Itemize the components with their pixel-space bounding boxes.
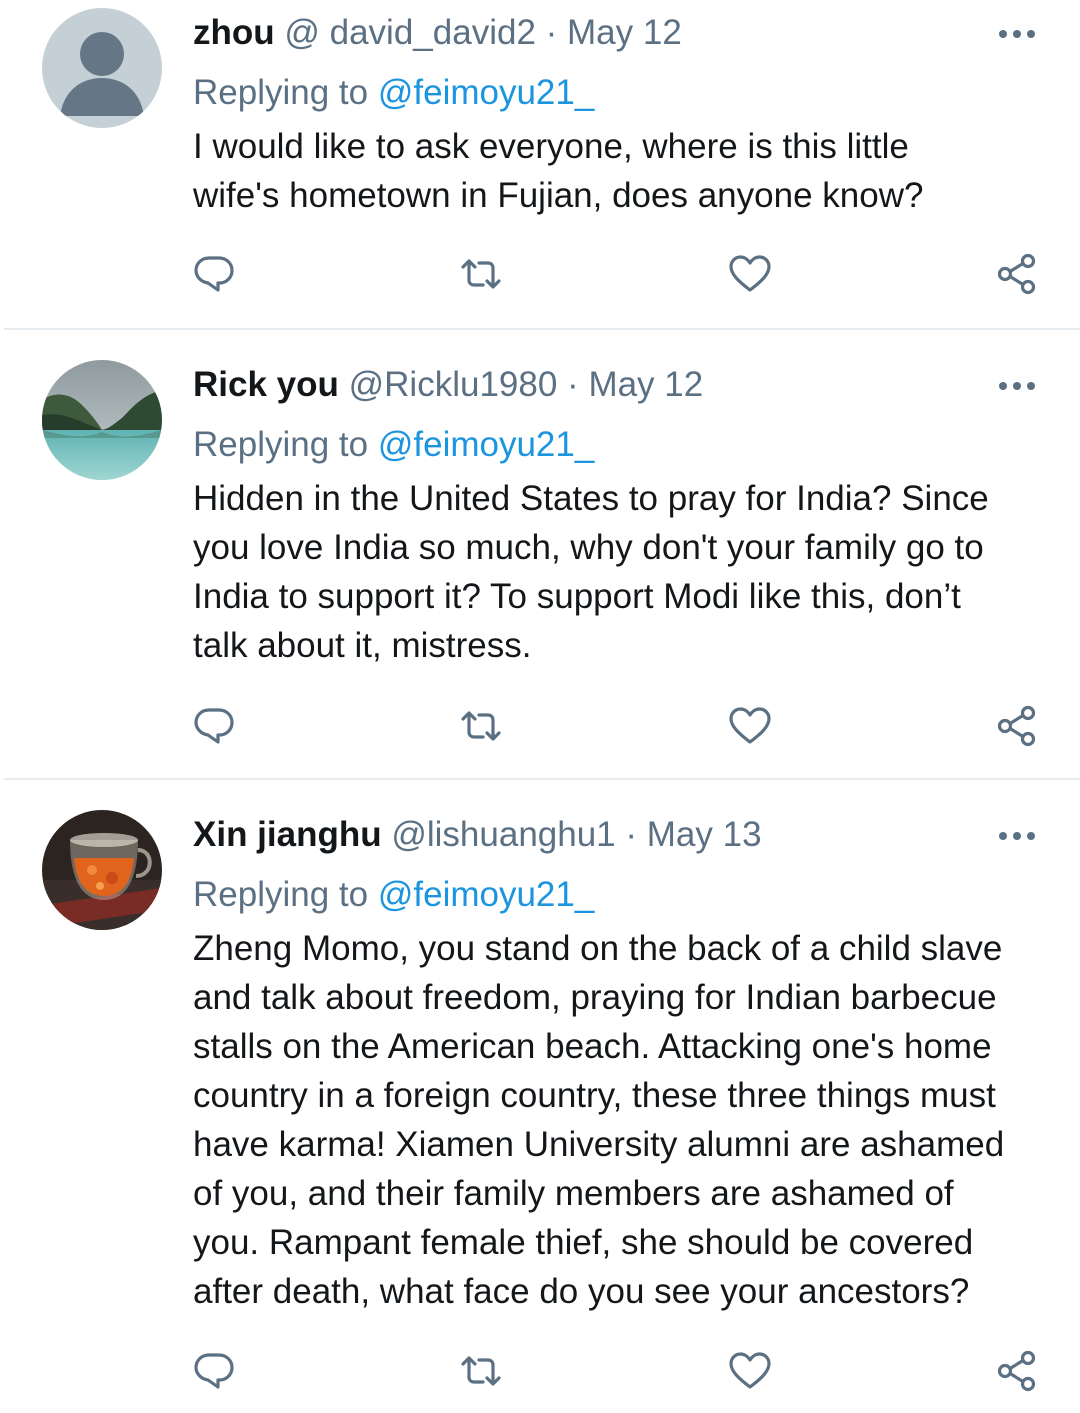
tweet[interactable]: Rick you @Ricklu1980 · May 12 Replying t… [0,330,1080,780]
mention-link[interactable]: @feimoyu21_ [378,73,594,112]
replying-to-label: Replying to [193,875,369,914]
tweet-date[interactable]: May 12 [588,365,703,404]
tweet-text-line: and talk about freedom, praying for Indi… [193,978,997,1017]
like-icon[interactable] [728,1349,772,1393]
tweet-text-line: country in a foreign country, these thre… [193,1076,996,1115]
reply-icon[interactable] [192,1347,236,1391]
user-handle[interactable]: @Ricklu1980 [349,365,558,404]
like-icon[interactable] [728,252,772,296]
replying-to: Replying to @feimoyu21_ [193,870,594,920]
tweet-text-line: Hidden in the United States to pray for … [193,479,989,518]
avatar-default-icon[interactable] [42,8,162,128]
replying-to-label: Replying to [193,425,369,464]
tweet-text-line: you. Rampant female thief, she should be… [193,1223,974,1262]
avatar-tea-cup-icon[interactable] [42,810,162,930]
retweet-icon[interactable] [459,1349,503,1393]
replying-to-label: Replying to [193,73,369,112]
user-name[interactable]: Xin jianghu [193,815,382,854]
mention-link[interactable]: @feimoyu21_ [378,425,594,464]
reply-icon[interactable] [192,702,236,746]
tweet-text-line: talk about it, mistress. [193,626,532,665]
share-icon[interactable] [995,252,1039,296]
more-options-icon[interactable] [995,376,1039,396]
tweet-date[interactable]: May 13 [647,815,762,854]
tweet-date[interactable]: May 12 [567,13,682,52]
tweet-text-line: stalls on the American beach. Attacking … [193,1027,992,1066]
dot-separator: · [567,365,579,404]
tweet-text-line: Zheng Momo, you stand on the back of a c… [193,929,1003,968]
tweet-header: zhou @ david_david2 · May 12 [193,8,682,58]
reply-icon[interactable] [192,250,236,294]
tweet-header: Rick you @Ricklu1980 · May 12 [193,360,703,410]
tweet-header: Xin jianghu @lishuanghu1 · May 13 [193,810,762,860]
mention-link[interactable]: @feimoyu21_ [378,875,594,914]
tweet-text: Hidden in the United States to pray for … [193,474,1053,670]
share-icon[interactable] [995,1349,1039,1393]
tweet-text: I would like to ask everyone, where is t… [193,122,1053,220]
replying-to: Replying to @feimoyu21_ [193,420,594,470]
tweet-text-line: wife's hometown in Fujian, does anyone k… [193,176,924,215]
tweet[interactable]: Xin jianghu @lishuanghu1 · May 13 Replyi… [0,780,1080,1413]
tweet-text-line: after death, what face do you see your a… [193,1272,970,1311]
share-icon[interactable] [995,704,1039,748]
tweet-text-line: I would like to ask everyone, where is t… [193,127,909,166]
user-name[interactable]: zhou [193,13,275,52]
tweet-text-line: of you, and their family members are ash… [193,1174,954,1213]
tweet-text-line: India to support it? To support Modi lik… [193,577,961,616]
more-options-icon[interactable] [995,826,1039,846]
avatar-lake-mountain-icon[interactable] [42,360,162,480]
tweet[interactable]: zhou @ david_david2 · May 12 Replying to… [0,0,1080,330]
tweet-text-line: you love India so much, why don't your f… [193,528,984,567]
dot-separator: · [545,13,558,52]
dot-separator: · [625,815,638,854]
retweet-icon[interactable] [459,704,503,748]
retweet-icon[interactable] [459,252,503,296]
user-name[interactable]: Rick you [193,365,339,404]
replying-to: Replying to @feimoyu21_ [193,68,594,118]
user-handle[interactable]: @ david_david2 [284,13,536,52]
tweet-text: Zheng Momo, you stand on the back of a c… [193,924,1053,1316]
like-icon[interactable] [728,704,772,748]
user-handle[interactable]: @lishuanghu1 [391,815,615,854]
tweet-text-line: have karma! Xiamen University alumni are… [193,1125,1005,1164]
more-options-icon[interactable] [995,24,1039,44]
